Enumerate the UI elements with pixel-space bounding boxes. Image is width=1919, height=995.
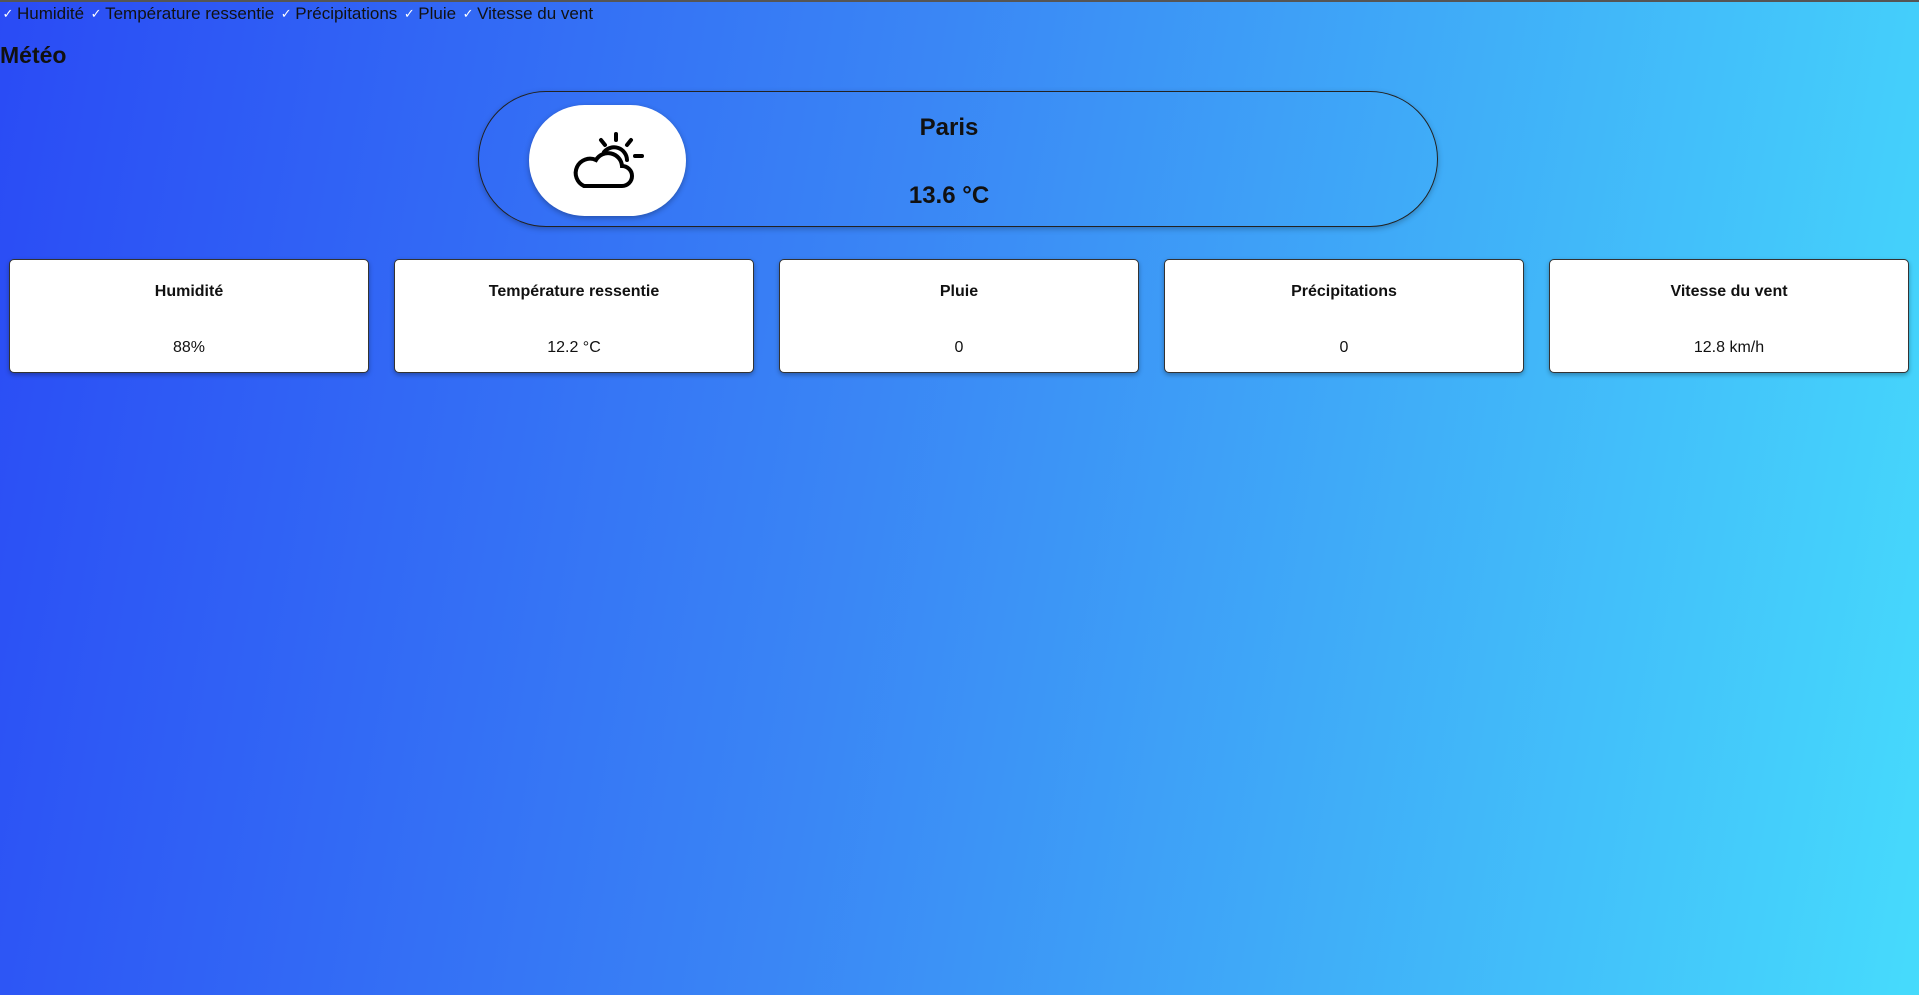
checkbox-precipitation[interactable]: ✓ [280, 7, 292, 21]
card-title: Vitesse du vent [1670, 283, 1788, 300]
card-title: Pluie [939, 283, 979, 300]
card-title: Précipitations [1291, 283, 1397, 300]
card-humidity: Humidité 88% [9, 259, 369, 373]
card-precipitation: Précipitations 0 [1164, 259, 1524, 373]
card-value: 0 [954, 339, 964, 356]
filter-label: Vitesse du vent [477, 4, 594, 23]
filter-label: Température ressentie [105, 4, 275, 23]
card-title: Température ressentie [488, 283, 660, 300]
filter-wind-speed[interactable]: ✓ Vitesse du vent [462, 4, 593, 24]
card-value: 0 [1339, 339, 1349, 356]
checkbox-humidity[interactable]: ✓ [2, 7, 14, 21]
filter-label: Précipitations [295, 4, 398, 23]
filter-rain[interactable]: ✓ Pluie [403, 4, 456, 24]
filter-precipitation[interactable]: ✓ Précipitations [280, 4, 398, 24]
page-title: Météo [0, 42, 67, 68]
filter-feels-like[interactable]: ✓ Température ressentie [90, 4, 275, 24]
filter-label: Humidité [17, 4, 85, 23]
card-value: 88% [172, 339, 206, 356]
card-rain: Pluie 0 [779, 259, 1139, 373]
checkbox-wind-speed[interactable]: ✓ [462, 7, 474, 21]
metrics-cards: Humidité 88% Température ressentie 12.2 … [9, 259, 1909, 373]
filter-label: Pluie [418, 4, 457, 23]
checkbox-rain[interactable]: ✓ [403, 7, 415, 21]
checkbox-feels-like[interactable]: ✓ [90, 7, 102, 21]
current-weather-panel: Paris 13.6 °C [478, 91, 1438, 227]
card-title: Humidité [154, 283, 224, 300]
current-temperature: 13.6 °C [908, 182, 990, 209]
city-name: Paris [919, 114, 979, 141]
card-wind-speed: Vitesse du vent 12.8 km/h [1549, 259, 1909, 373]
filter-humidity[interactable]: ✓ Humidité [2, 4, 85, 24]
filter-bar: ✓ Humidité ✓ Température ressentie ✓ Pré… [2, 2, 599, 26]
card-value: 12.2 °C [547, 339, 601, 356]
card-value: 12.8 km/h [1693, 339, 1765, 356]
card-feels-like: Température ressentie 12.2 °C [394, 259, 754, 373]
